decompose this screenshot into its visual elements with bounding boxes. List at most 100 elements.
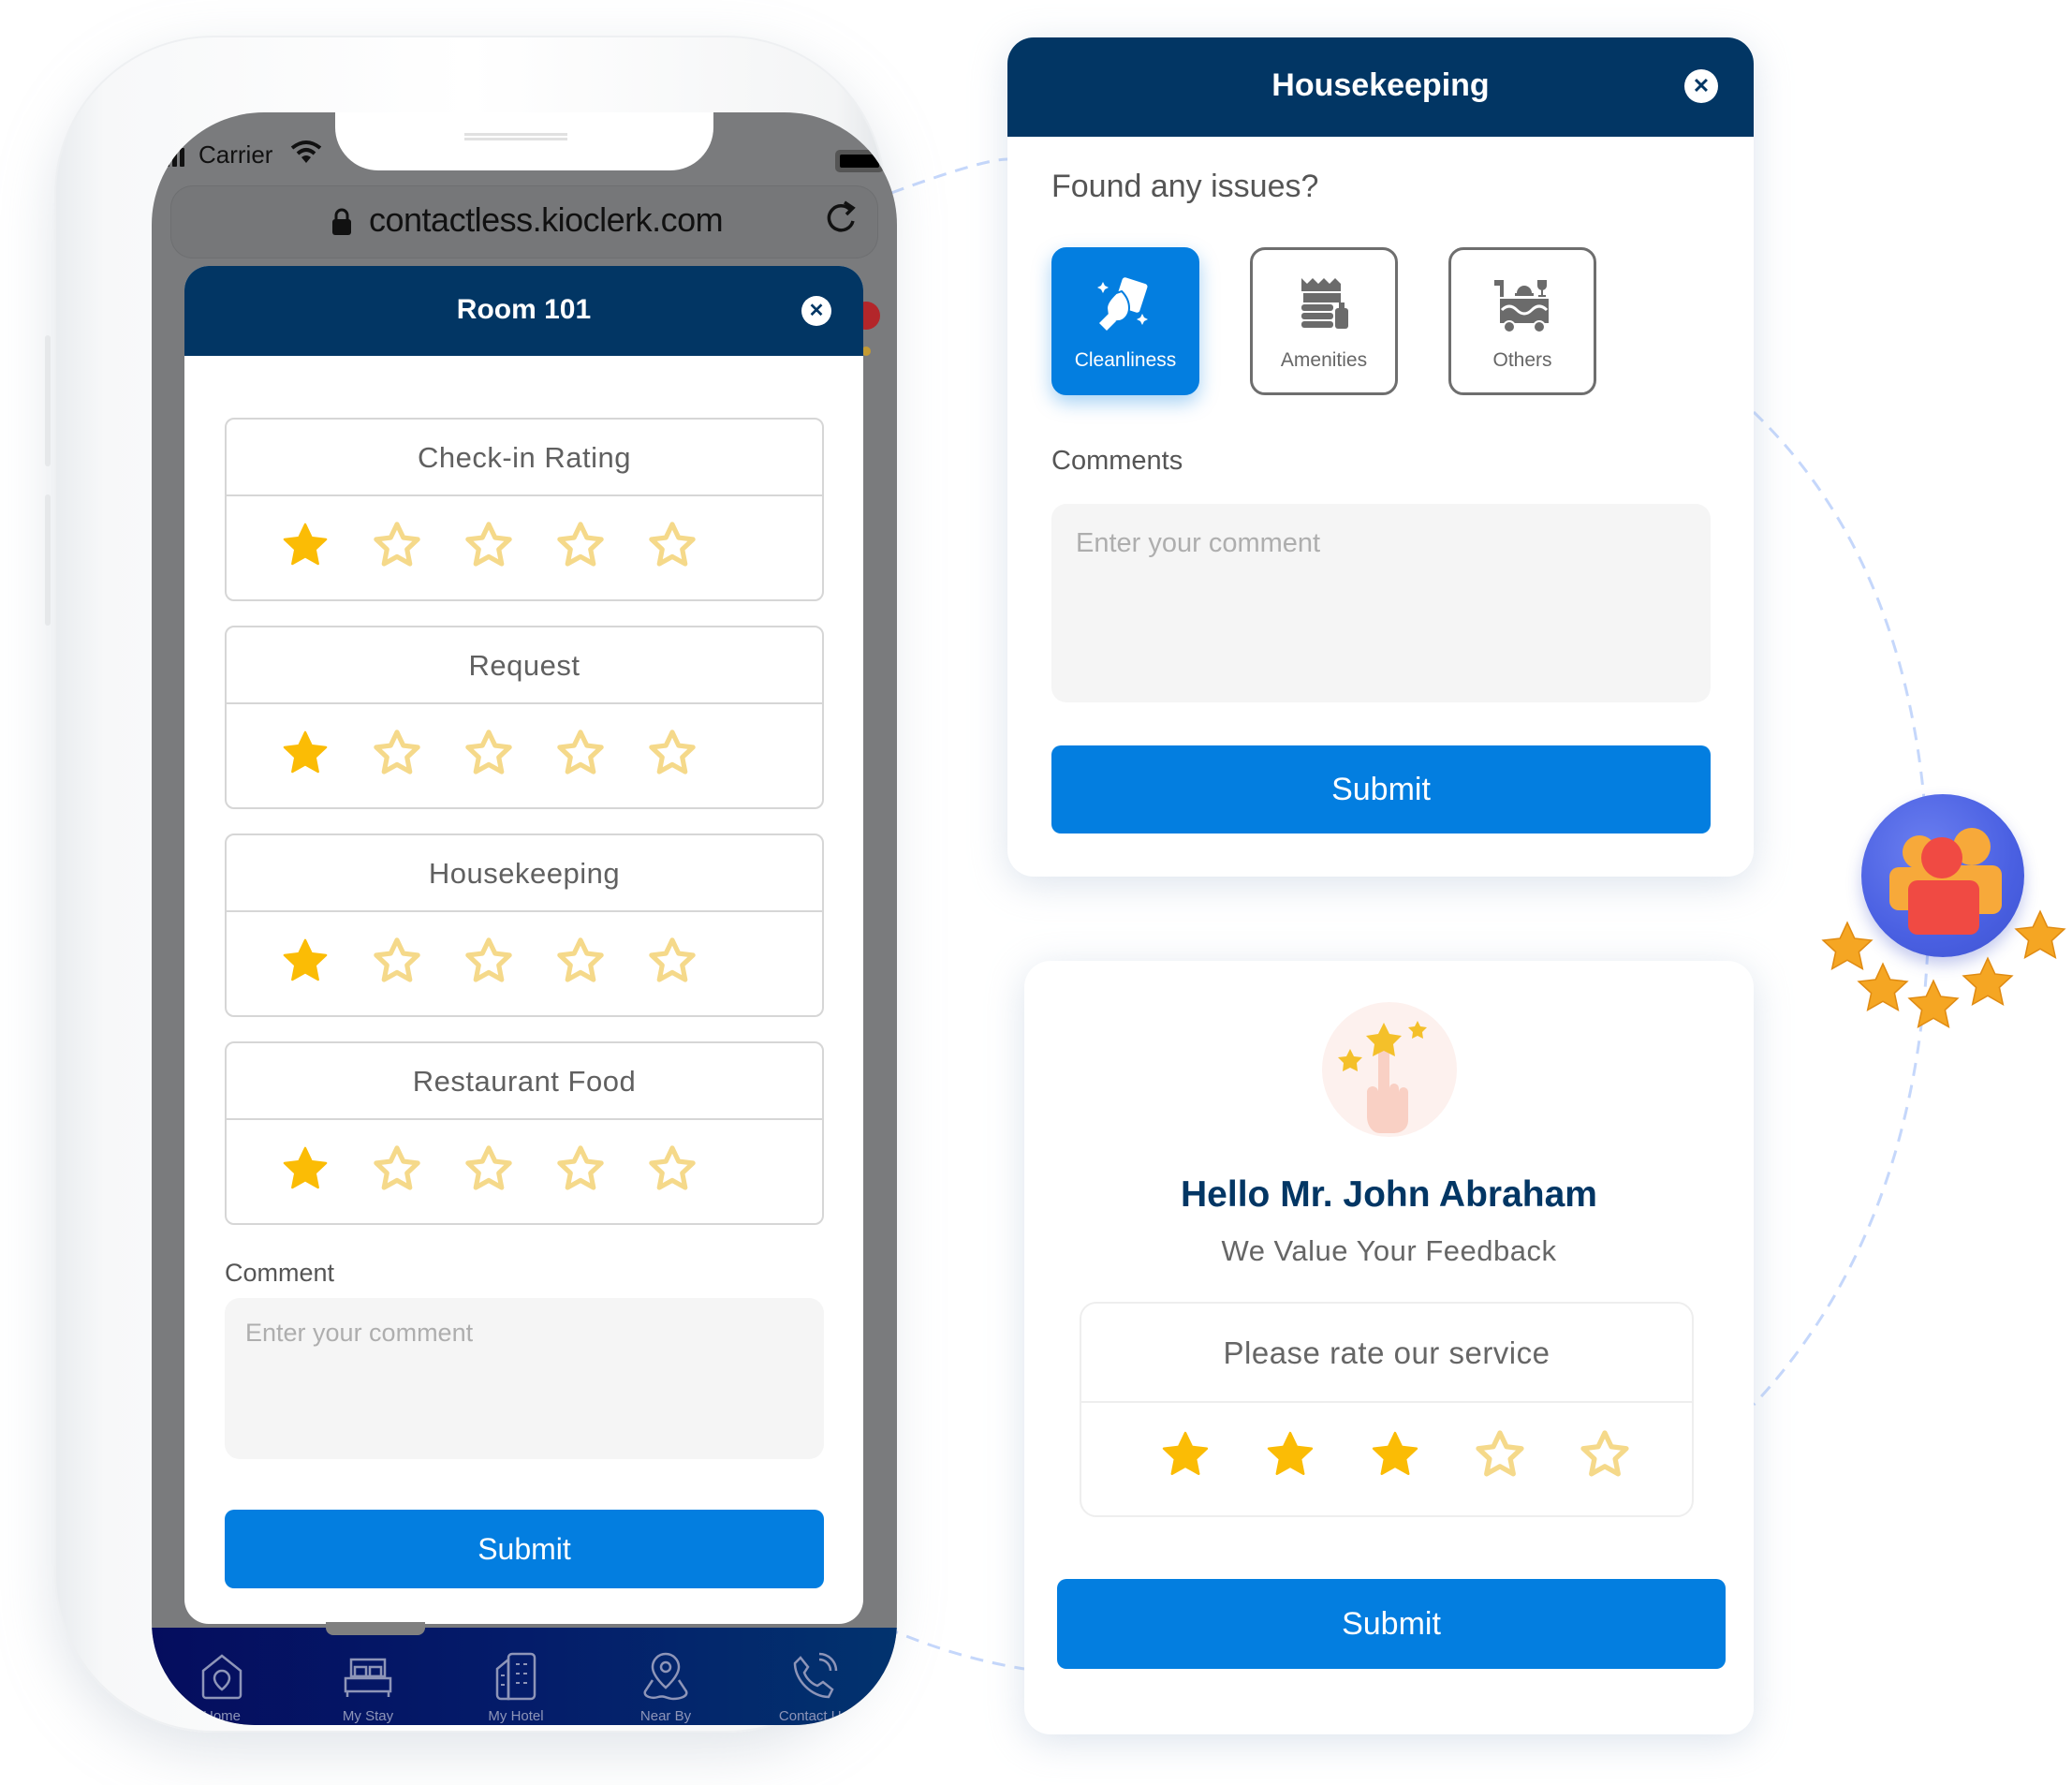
issue-button-amenities[interactable]: Amenities (1250, 247, 1398, 395)
star-empty-icon[interactable] (463, 519, 515, 571)
group-users-icon (1861, 794, 2024, 957)
decorative-star-icon (1962, 956, 2014, 1007)
greeting-heading: Hello Mr. John Abraham (1181, 1174, 1597, 1215)
star-filled-icon[interactable] (279, 935, 331, 987)
star-filled-icon[interactable] (279, 519, 331, 571)
phone-screen: Carrier contactless.kioclerk.com Room 10… (152, 112, 897, 1725)
issue-label: Amenities (1280, 349, 1368, 371)
housekeeping-header: Housekeeping ✕ (1007, 37, 1754, 137)
star-empty-icon[interactable] (646, 727, 698, 779)
service-cart-icon (1494, 280, 1549, 333)
star-rating[interactable] (227, 704, 822, 779)
nav-item-home[interactable]: Home (170, 1650, 273, 1724)
star-rating[interactable] (227, 496, 822, 571)
star-empty-icon[interactable] (554, 935, 607, 987)
issue-button-cleanliness[interactable]: Cleanliness (1051, 247, 1199, 395)
nav-item-my-hotel[interactable]: My Hotel (464, 1650, 567, 1724)
star-empty-icon[interactable] (1578, 1427, 1632, 1482)
rate-stars-hand-icon (1322, 1002, 1457, 1137)
decorative-star-icon (1857, 962, 1909, 1012)
bed-icon (344, 1658, 392, 1697)
star-empty-icon[interactable] (554, 519, 607, 571)
sheet-handle[interactable] (326, 1622, 425, 1635)
feedback-card: Hello Mr. John Abraham We Value Your Fee… (1024, 961, 1754, 1734)
service-rating-card: Please rate our service (1080, 1302, 1694, 1517)
nav-label: Home (202, 1708, 241, 1724)
issue-label: Others (1492, 349, 1552, 371)
rating-card-request: Request (225, 626, 824, 809)
star-empty-icon[interactable] (463, 727, 515, 779)
nav-item-my-stay[interactable]: My Stay (316, 1650, 419, 1724)
star-empty-icon[interactable] (371, 519, 423, 571)
star-rating[interactable] (227, 1120, 822, 1195)
buildings-icon (495, 1652, 536, 1701)
wifi-icon (290, 139, 322, 173)
housekeeping-card: Housekeeping ✕ Found any issues? Cleanli… (1007, 37, 1754, 877)
star-filled-icon[interactable] (1368, 1427, 1422, 1482)
comment-label: Comment (225, 1259, 335, 1287)
submit-button[interactable]: Submit (1051, 745, 1711, 833)
rating-label: Please rate our service (1081, 1304, 1692, 1403)
cleaning-hand-icon (1097, 277, 1148, 331)
housekeeping-title: Housekeeping (1271, 67, 1490, 103)
nav-label: Near By (639, 1708, 692, 1724)
star-empty-icon[interactable] (646, 935, 698, 987)
phone-icon (793, 1652, 838, 1699)
map-pin-icon (643, 1652, 688, 1701)
amenities-icon (1301, 278, 1348, 329)
reload-icon[interactable] (822, 197, 860, 247)
bottom-navigation: Home My Stay My Hotel Near By Contact Us (152, 1622, 897, 1725)
nav-label: My Stay (342, 1708, 394, 1724)
phone-mockup: Carrier contactless.kioclerk.com Room 10… (45, 36, 897, 1733)
close-icon[interactable]: ✕ (1684, 69, 1718, 103)
phone-side-button (45, 335, 51, 466)
star-filled-icon[interactable] (279, 1143, 331, 1195)
star-empty-icon[interactable] (554, 727, 607, 779)
rating-label: Restaurant Food (227, 1043, 822, 1120)
nav-item-near-by[interactable]: Near By (614, 1650, 717, 1724)
star-empty-icon[interactable] (371, 935, 423, 987)
star-empty-icon[interactable] (463, 1143, 515, 1195)
star-empty-icon[interactable] (463, 935, 515, 987)
rating-label: Housekeeping (227, 835, 822, 912)
status-bar: Carrier (152, 139, 897, 176)
comment-input[interactable] (225, 1298, 824, 1459)
feedback-subtitle: We Value Your Feedback (1221, 1234, 1557, 1267)
browser-url-bar[interactable]: contactless.kioclerk.com (170, 185, 878, 258)
room-rating-modal: Room 101 ✕ Check-in Rating Request House… (184, 266, 863, 1624)
rating-label: Request (227, 627, 822, 704)
carrier-label: Carrier (198, 140, 273, 169)
submit-button[interactable]: Submit (225, 1510, 824, 1588)
comments-input[interactable] (1051, 504, 1711, 702)
star-empty-icon[interactable] (371, 727, 423, 779)
star-rating[interactable] (227, 912, 822, 987)
nav-item-contact-us[interactable]: Contact Us (762, 1650, 865, 1724)
star-filled-icon[interactable] (1263, 1427, 1317, 1482)
star-empty-icon[interactable] (554, 1143, 607, 1195)
signal-bars-icon (157, 148, 184, 167)
issues-question: Found any issues? (1051, 169, 1319, 204)
star-filled-icon[interactable] (279, 727, 331, 779)
rating-card-restaurant-food: Restaurant Food (225, 1041, 824, 1225)
star-rating[interactable] (1081, 1403, 1692, 1482)
issue-label: Cleanliness (1074, 349, 1177, 371)
star-filled-icon[interactable] (1158, 1427, 1212, 1482)
rating-card-checkin: Check-in Rating (225, 418, 824, 601)
submit-button[interactable]: Submit (1057, 1579, 1726, 1669)
rating-card-housekeeping: Housekeeping (225, 833, 824, 1017)
comments-label: Comments (1051, 446, 1183, 476)
star-empty-icon[interactable] (646, 519, 698, 571)
close-icon[interactable]: ✕ (801, 296, 831, 326)
star-empty-icon[interactable] (371, 1143, 423, 1195)
nav-label: Contact Us (778, 1708, 849, 1724)
issue-button-others[interactable]: Others (1448, 247, 1596, 395)
url-text[interactable]: contactless.kioclerk.com (369, 200, 724, 240)
decorative-star-icon (2014, 909, 2066, 960)
rating-label: Check-in Rating (227, 420, 822, 496)
phone-side-button (45, 494, 51, 626)
modal-header: Room 101 ✕ (184, 266, 863, 356)
star-empty-icon[interactable] (1473, 1427, 1527, 1482)
star-empty-icon[interactable] (646, 1143, 698, 1195)
decorative-star-icon (1907, 979, 1960, 1029)
battery-icon (835, 150, 884, 172)
